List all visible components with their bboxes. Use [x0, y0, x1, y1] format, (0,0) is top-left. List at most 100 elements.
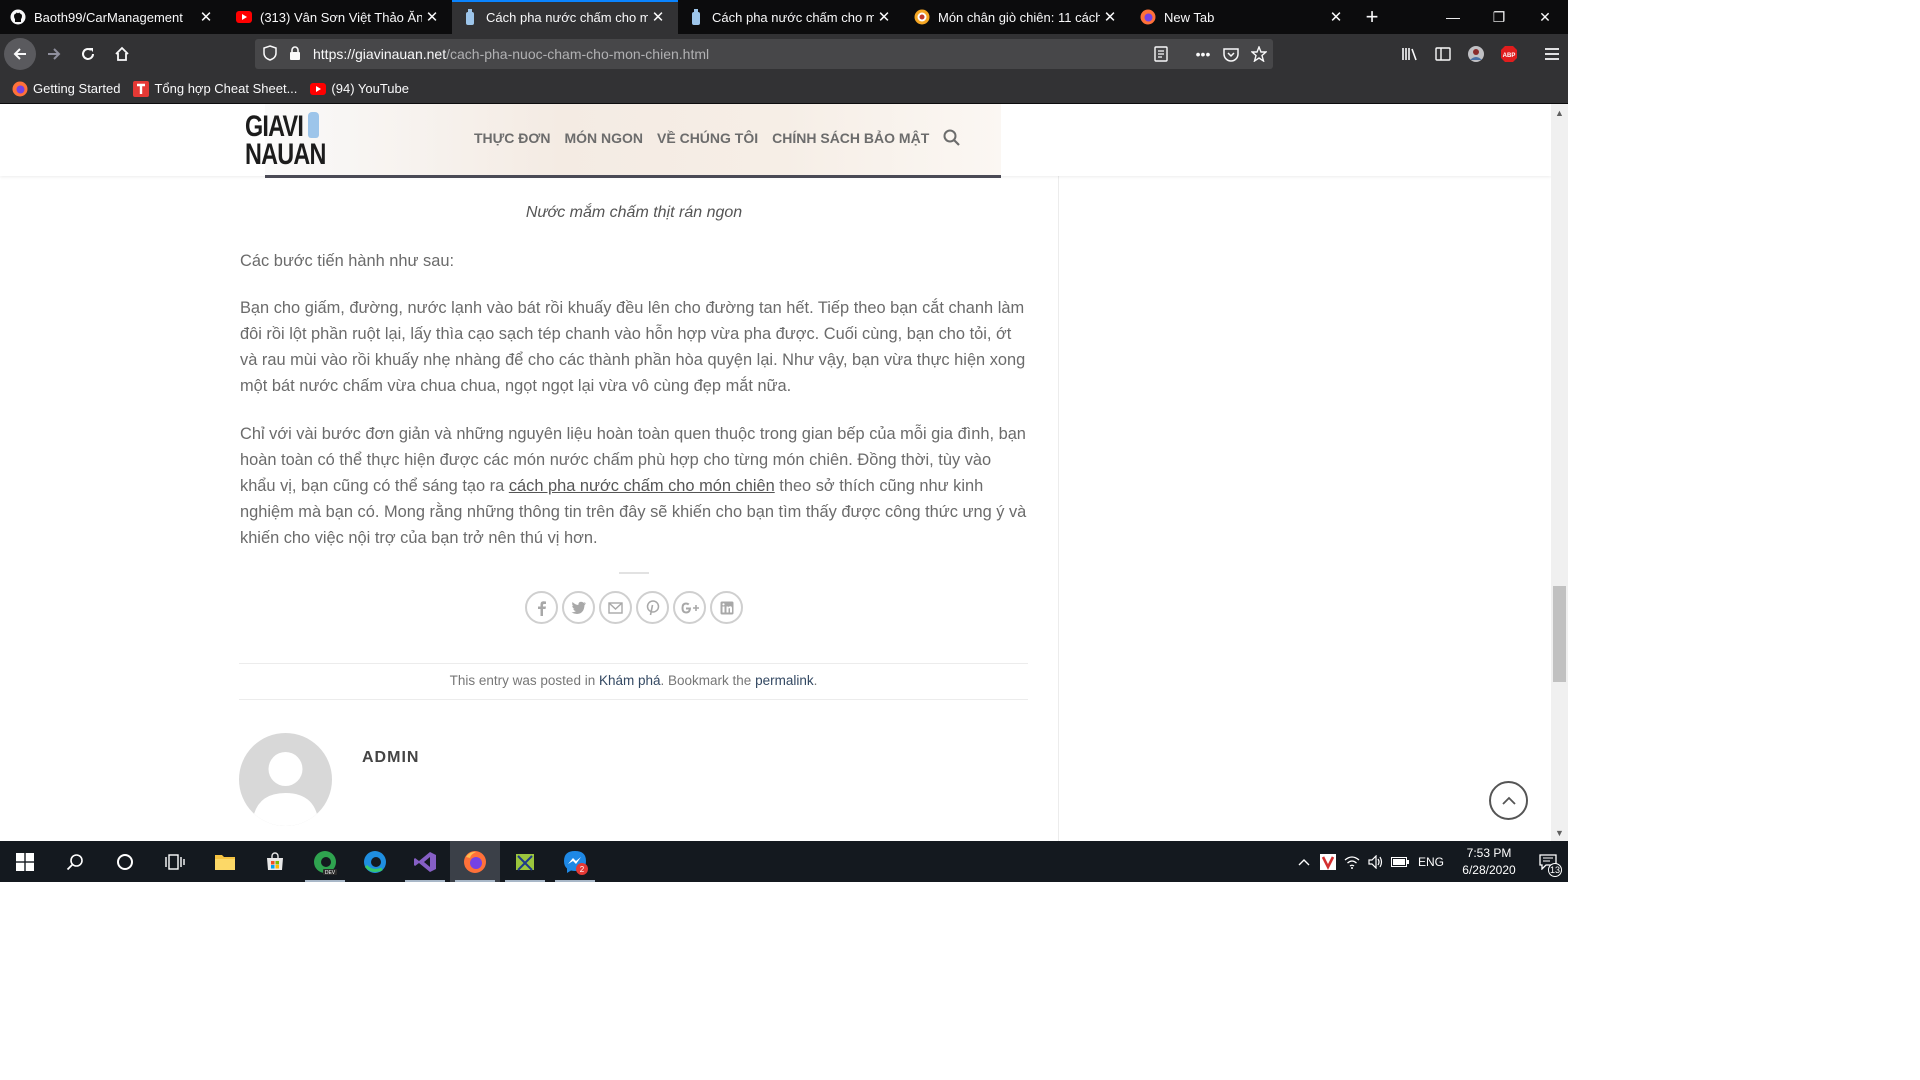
entry-meta: This entry was posted in Khám phá. Bookm… — [239, 663, 1028, 700]
tab-youtube[interactable]: (313) Vân Sơn Việt Thảo Ăn Tiền ✕ — [226, 0, 452, 34]
action-center-button[interactable]: 13 — [1528, 841, 1568, 882]
tab-article-duplicate[interactable]: Cách pha nước chấm cho món chiên ✕ — [678, 0, 904, 34]
share-google-plus-button[interactable] — [673, 591, 706, 624]
home-icon — [115, 46, 129, 61]
account-avatar-icon[interactable] — [1459, 38, 1492, 70]
page-actions-icon[interactable]: ••• — [1189, 46, 1217, 62]
scroll-down-icon[interactable]: ▼ — [1551, 824, 1568, 841]
close-tab-icon[interactable]: ✕ — [648, 7, 668, 27]
new-tab-button[interactable]: + — [1356, 0, 1388, 34]
windows-logo-icon — [16, 852, 34, 871]
back-button[interactable] — [4, 38, 36, 70]
visual-studio-button[interactable] — [400, 841, 450, 882]
scroll-up-icon[interactable]: ▲ — [1551, 104, 1568, 121]
hamburger-menu-icon[interactable] — [1535, 38, 1568, 70]
back-to-top-button[interactable] — [1489, 781, 1528, 820]
forward-button[interactable] — [38, 38, 70, 70]
firefox-icon — [1140, 9, 1156, 25]
close-window-button[interactable]: ✕ — [1522, 0, 1568, 34]
url-text[interactable]: https://giavinauan.net/cach-pha-nuoc-cha… — [313, 46, 1147, 62]
bookmark-getting-started[interactable]: Getting Started — [12, 81, 120, 97]
task-view-button[interactable] — [150, 841, 200, 882]
scrollbar-thumb[interactable] — [1553, 586, 1566, 682]
close-tab-icon[interactable]: ✕ — [874, 7, 894, 27]
battery-icon[interactable] — [1388, 841, 1412, 882]
tab-new-tab[interactable]: New Tab ✕ — [1130, 0, 1356, 34]
close-tab-icon[interactable]: ✕ — [1100, 7, 1120, 27]
share-twitter-button[interactable] — [562, 591, 595, 624]
google-plus-icon — [681, 602, 699, 613]
home-button[interactable] — [106, 38, 138, 70]
tab-title: Cách pha nước chấm cho món chiên — [712, 9, 874, 25]
tab-title: New Tab — [1164, 9, 1215, 25]
tab-github[interactable]: Baoth99/CarManagement ✕ — [0, 0, 226, 34]
arrow-right-icon — [48, 48, 61, 60]
menu-item-mon-ngon[interactable]: MÓN NGON — [564, 130, 643, 151]
system-tray: ENG 7:53 PM 6/28/2020 13 — [1292, 841, 1568, 882]
article-paragraph: Các bước tiến hành như sau: — [240, 252, 455, 270]
snipping-tool-button[interactable] — [500, 841, 550, 882]
permalink-link[interactable]: permalink — [755, 673, 814, 688]
store-button[interactable] — [250, 841, 300, 882]
close-tab-icon[interactable]: ✕ — [196, 7, 216, 27]
edge-dev-button[interactable]: DEV — [300, 841, 350, 882]
show-hidden-icons-icon[interactable] — [1292, 841, 1316, 882]
file-explorer-button[interactable] — [200, 841, 250, 882]
menu-item-thuc-don[interactable]: THỰC ĐƠN — [474, 130, 550, 151]
menu-item-chinh-sach[interactable]: CHÍNH SÁCH BẢO MẬT — [772, 130, 929, 151]
share-facebook-button[interactable] — [525, 591, 558, 624]
firefox-taskbar-button[interactable] — [450, 841, 500, 882]
notification-count: 13 — [1548, 863, 1562, 877]
tab-title: (313) Vân Sơn Việt Thảo Ăn Tiền — [260, 9, 422, 25]
pocket-icon[interactable] — [1217, 47, 1245, 62]
tracking-shield-icon[interactable] — [263, 44, 279, 64]
reload-button[interactable] — [72, 38, 104, 70]
search-icon[interactable] — [943, 129, 961, 151]
clock[interactable]: 7:53 PM 6/28/2020 — [1450, 845, 1528, 879]
bookmark-label: Tổng hợp Cheat Sheet... — [154, 81, 298, 96]
logo-bottle-icon — [308, 112, 319, 138]
edge-button[interactable] — [350, 841, 400, 882]
share-linkedin-button[interactable] — [710, 591, 743, 624]
article-paragraph: Chỉ với vài bước đơn giản và những nguyê… — [240, 421, 1030, 551]
start-button[interactable] — [0, 841, 50, 882]
tab-chan-gio[interactable]: Món chân giò chiên: 11 cách làm ✕ — [904, 0, 1130, 34]
site-header: GIAVI NAUAN THỰC ĐƠN MÓN NGON VỀ CHÚNG T… — [0, 104, 1551, 178]
vietkey-icon[interactable] — [1316, 841, 1340, 882]
minimize-button[interactable]: — — [1430, 0, 1476, 34]
lock-icon[interactable] — [289, 45, 305, 63]
article-link[interactable]: cách pha nước chấm cho món chiên — [509, 477, 775, 495]
site-logo[interactable]: GIAVI NAUAN — [245, 110, 326, 170]
bookmark-cheat-sheet[interactable]: Tổng hợp Cheat Sheet... — [133, 80, 298, 97]
address-bar[interactable]: https://giavinauan.net/cach-pha-nuoc-cha… — [255, 39, 1273, 69]
bookmark-label: (94) YouTube — [331, 81, 409, 96]
close-tab-icon[interactable]: ✕ — [1326, 7, 1346, 27]
clock-time: 7:53 PM — [1466, 845, 1512, 860]
reader-view-icon[interactable] — [1147, 46, 1175, 62]
volume-icon[interactable] — [1364, 841, 1388, 882]
task-view-icon — [165, 853, 185, 870]
bookmark-star-icon[interactable] — [1245, 46, 1273, 62]
linkedin-icon — [720, 601, 733, 614]
facebook-icon — [537, 600, 546, 616]
close-tab-icon[interactable]: ✕ — [422, 7, 442, 27]
sidebar-icon[interactable] — [1426, 38, 1459, 70]
input-language[interactable]: ENG — [1412, 855, 1450, 869]
share-email-button[interactable] — [599, 591, 632, 624]
menu-item-ve-chung-toi[interactable]: VỀ CHÚNG TÔI — [657, 130, 758, 151]
url-path: /cach-pha-nuoc-cham-cho-mon-chien.html — [446, 46, 710, 62]
restore-button[interactable]: ❐ — [1476, 0, 1522, 34]
page-scrollbar[interactable]: ▲ ▼ — [1551, 104, 1568, 841]
cortana-button[interactable] — [100, 841, 150, 882]
category-link[interactable]: Khám phá — [599, 673, 661, 688]
share-pinterest-button[interactable] — [636, 591, 669, 624]
t-icon — [133, 80, 150, 97]
bookmark-youtube[interactable]: (94) YouTube — [310, 81, 409, 97]
tab-active[interactable]: Cách pha nước chấm cho món chiên ✕ — [452, 0, 678, 34]
adblock-plus-icon[interactable]: ABP — [1492, 38, 1525, 70]
library-icon[interactable] — [1393, 38, 1426, 70]
messenger-button[interactable]: 2 — [550, 841, 600, 882]
twitter-icon — [571, 601, 586, 614]
taskbar-search-button[interactable] — [50, 841, 100, 882]
wifi-icon[interactable] — [1340, 841, 1364, 882]
